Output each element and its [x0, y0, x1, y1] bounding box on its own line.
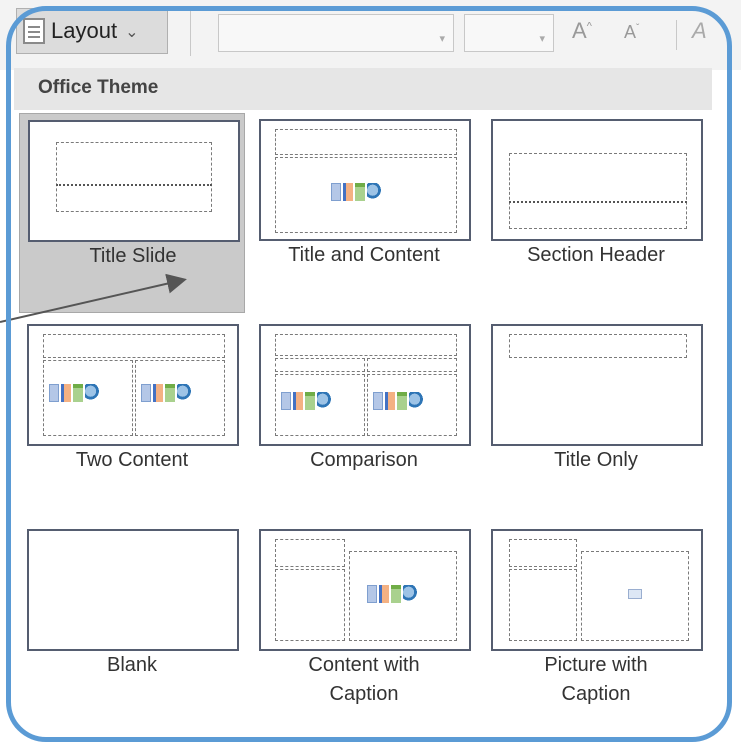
annotation-arrow [0, 273, 187, 323]
